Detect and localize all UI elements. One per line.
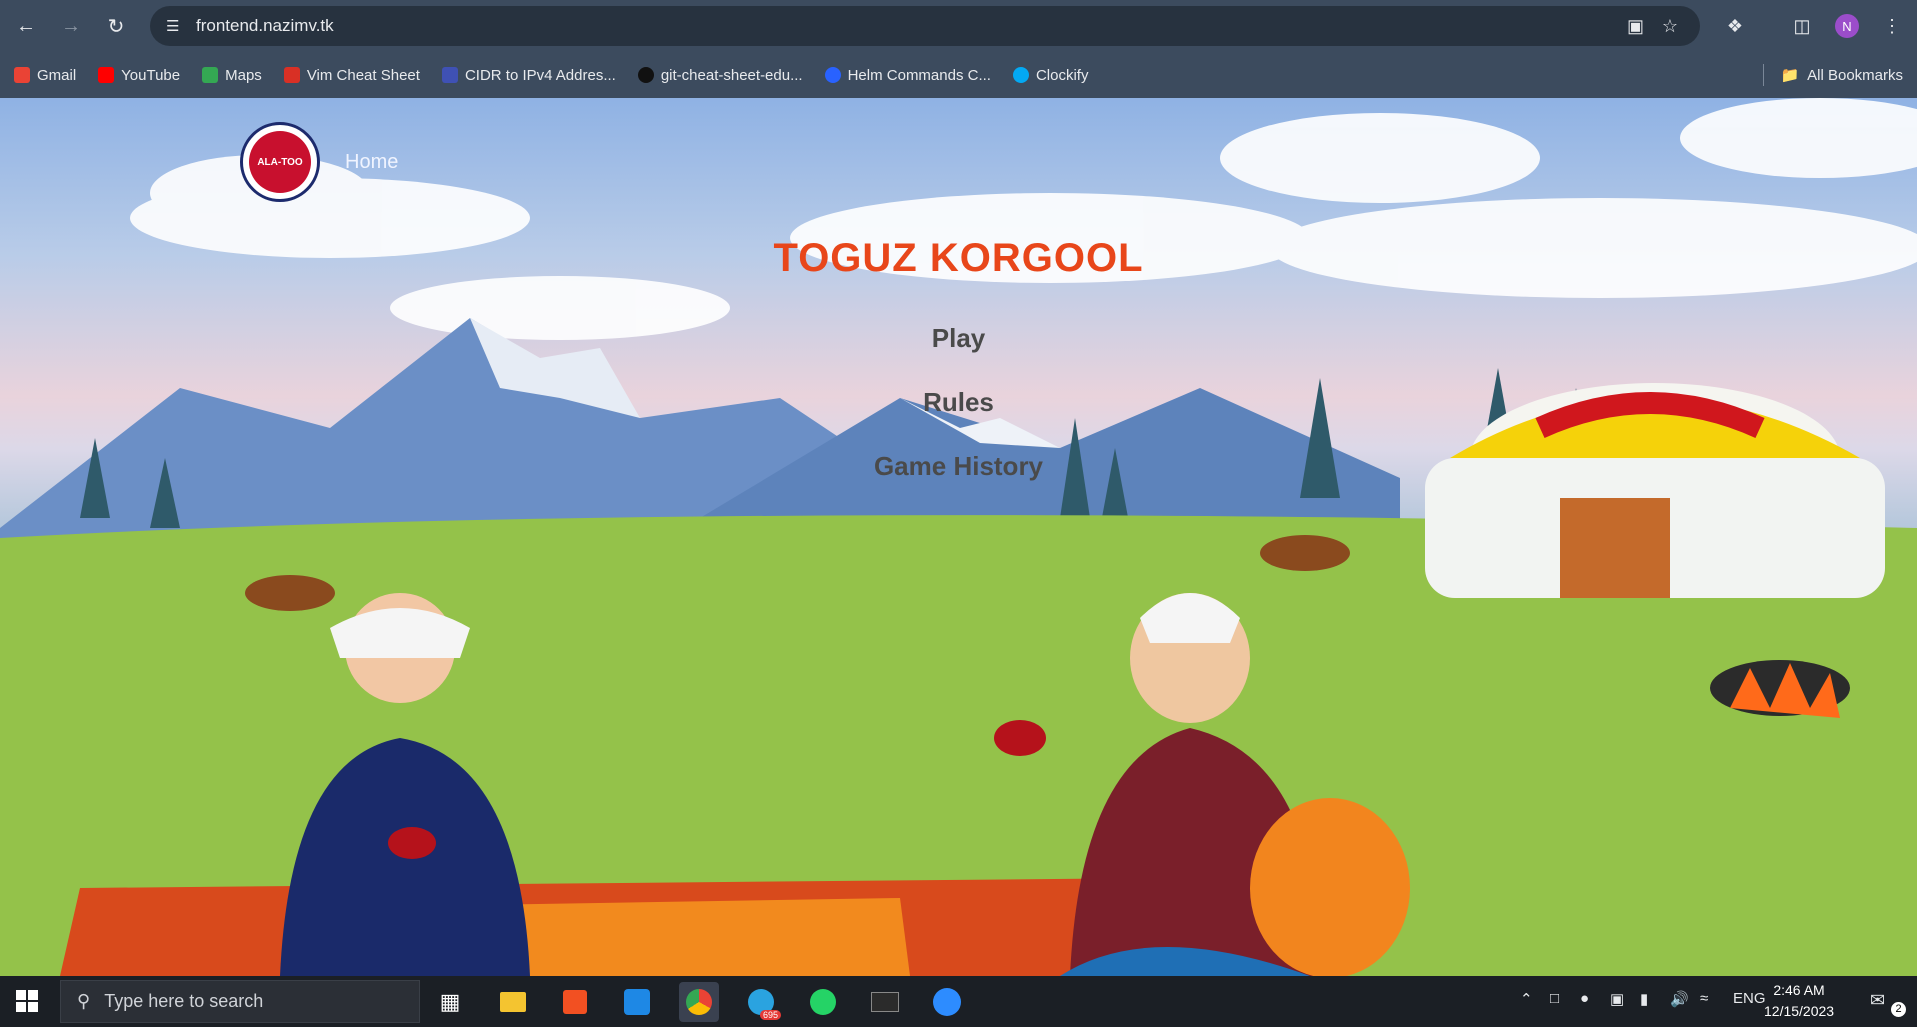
bookmark-label: YouTube <box>121 66 181 84</box>
file-explorer-icon[interactable] <box>493 982 533 1022</box>
bookmark-label: Maps <box>225 66 262 84</box>
install-app-icon[interactable]: ▣ <box>1627 16 1644 37</box>
vim-icon <box>283 67 300 83</box>
search-icon: ⚲ <box>77 991 91 1011</box>
volume-icon[interactable]: 🔊 <box>1670 990 1689 1008</box>
site-info-icon[interactable]: ☰ <box>166 17 179 35</box>
vscode-icon[interactable] <box>617 982 657 1022</box>
telegram-badge: 695 <box>759 1010 781 1020</box>
bookmark-label: CIDR to IPv4 Addres... <box>464 66 616 84</box>
logo-emblem: ALA-TOO <box>249 131 311 193</box>
microsoft-store-icon[interactable] <box>555 982 595 1022</box>
cidr-icon <box>441 67 458 83</box>
forward-arrow-icon[interactable]: → <box>55 10 87 42</box>
divider <box>1763 64 1765 86</box>
github-icon <box>637 67 654 83</box>
youtube-icon <box>98 67 115 83</box>
side-panel-icon[interactable]: ◫ <box>1786 10 1818 42</box>
telegram-icon[interactable]: 695 <box>741 982 781 1022</box>
bookmark-label: Clockify <box>1035 66 1089 84</box>
more-menu-icon[interactable]: ⋮ <box>1876 10 1908 42</box>
background-scene <box>0 98 1917 976</box>
clockify-icon <box>1012 67 1029 83</box>
bookmark-git-cheat-sheet[interactable]: git-cheat-sheet-edu... <box>637 66 803 84</box>
nav-home-link[interactable]: Home <box>345 151 398 174</box>
bookmark-clockify[interactable]: Clockify <box>1012 66 1089 84</box>
bookmark-maps[interactable]: Maps <box>202 67 262 84</box>
reload-icon[interactable]: ↻ <box>100 10 132 42</box>
bookmark-youtube[interactable]: YouTube <box>98 67 180 84</box>
bookmark-label: Helm Commands C... <box>847 66 991 84</box>
page-viewport: ALA-TOO Home TOGUZ KORGOOL Play Rules Ga… <box>0 98 1917 976</box>
helm-icon <box>824 67 841 83</box>
terminal-icon[interactable] <box>865 982 905 1022</box>
windows-start-icon[interactable] <box>16 990 38 1012</box>
clock-date: 12/15/2023 <box>1764 1003 1835 1019</box>
meet-now-icon[interactable]: □ <box>1550 990 1559 1007</box>
gmail-icon <box>14 67 30 83</box>
bookmark-label: Vim Cheat Sheet <box>306 66 420 84</box>
wifi-icon[interactable]: ≈ <box>1700 990 1708 1007</box>
system-clock[interactable]: 2:46 AM 12/15/2023 <box>1764 980 1834 1022</box>
whatsapp-icon[interactable] <box>803 982 843 1022</box>
notification-center-icon[interactable]: ✉ <box>1870 990 1885 1011</box>
network-status-icon[interactable]: ▣ <box>1610 990 1624 1008</box>
bookmark-label: Gmail <box>37 66 77 84</box>
task-view-icon[interactable]: ▦ <box>430 982 470 1022</box>
bookmarks-bar: Gmail YouTube Maps Vim Cheat Sheet CIDR … <box>0 52 1917 98</box>
all-bookmarks-button[interactable]: 📁 All Bookmarks <box>1763 64 1903 86</box>
zoom-icon[interactable] <box>927 982 967 1022</box>
bookmark-gmail[interactable]: Gmail <box>14 67 76 84</box>
all-bookmarks-label: All Bookmarks <box>1807 66 1903 84</box>
menu-play-link[interactable]: Play <box>0 323 1917 354</box>
microphone-icon[interactable]: ● <box>1580 990 1589 1007</box>
page-title: TOGUZ KORGOOL <box>773 236 1144 280</box>
browser-toolbar: ← → ↻ ☰ frontend.nazimv.tk ▣ ☆ ❖ ◫ N ⋮ <box>0 0 1917 52</box>
folder-icon: 📁 <box>1780 67 1800 84</box>
taskbar-search-box[interactable]: ⚲ Type here to search <box>60 980 420 1023</box>
bookmark-vim-cheat-sheet[interactable]: Vim Cheat Sheet <box>283 66 420 84</box>
tray-overflow-chevron-icon[interactable]: ⌃ <box>1520 990 1533 1008</box>
url-text: frontend.nazimv.tk <box>196 16 334 35</box>
menu-game-history-link[interactable]: Game History <box>0 451 1917 482</box>
bookmark-cidr[interactable]: CIDR to IPv4 Addres... <box>441 66 616 84</box>
bookmark-star-icon[interactable]: ☆ <box>1662 16 1678 37</box>
notification-count-badge: 2 <box>1891 1002 1906 1017</box>
maps-icon <box>202 67 219 83</box>
back-arrow-icon[interactable]: ← <box>10 10 42 42</box>
windows-taskbar: ⚲ Type here to search ▦ 695 ⌃ □ ● ▣ ▮ 🔊 … <box>0 976 1917 1027</box>
ala-too-logo[interactable]: ALA-TOO <box>240 122 320 202</box>
bookmark-label: git-cheat-sheet-edu... <box>660 66 803 84</box>
clock-time: 2:46 AM <box>1773 982 1825 998</box>
bookmark-helm[interactable]: Helm Commands C... <box>824 66 991 84</box>
chrome-icon[interactable] <box>679 982 719 1022</box>
search-placeholder: Type here to search <box>104 991 264 1011</box>
battery-icon[interactable]: ▮ <box>1640 990 1648 1008</box>
language-indicator[interactable]: ENG <box>1733 990 1766 1007</box>
menu-rules-link[interactable]: Rules <box>0 387 1917 418</box>
address-bar[interactable]: ☰ frontend.nazimv.tk ▣ ☆ <box>150 6 1700 46</box>
extensions-icon[interactable]: ❖ <box>1719 10 1751 42</box>
profile-avatar[interactable]: N <box>1835 14 1859 38</box>
browser-chrome: ← → ↻ ☰ frontend.nazimv.tk ▣ ☆ ❖ ◫ N ⋮ G… <box>0 0 1917 98</box>
